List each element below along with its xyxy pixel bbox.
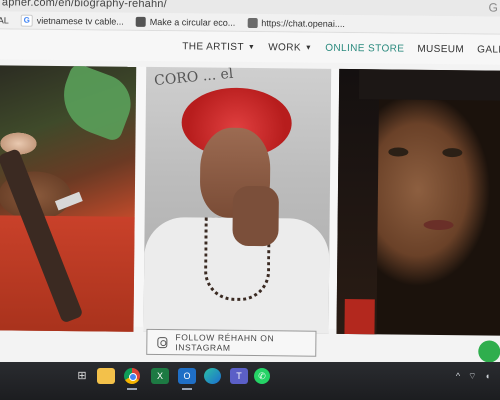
bookmark-1[interactable]: AL — [0, 15, 9, 25]
nav-label: GALLE — [477, 43, 500, 56]
nav-label: ONLINE STORE — [325, 42, 405, 55]
instagram-icon — [157, 336, 168, 348]
bookmark-label: AL — [0, 14, 9, 25]
file-explorer-icon[interactable] — [97, 368, 115, 384]
page-icon — [247, 17, 258, 28]
photo-woman-red-headdress[interactable]: CORO ... el — [143, 66, 332, 334]
nav-label: WORK — [268, 41, 301, 54]
teams-icon[interactable]: T — [230, 368, 248, 384]
active-app-indicator — [127, 388, 137, 390]
nav-item-online-store[interactable]: ONLINE STORE — [325, 42, 404, 54]
page-icon — [135, 16, 146, 27]
follow-instagram-button[interactable]: FOLLOW RÉHAHN ON INSTAGRAM — [146, 328, 317, 357]
nav-item-museum[interactable]: MUSEUM — [417, 43, 464, 54]
volume-icon[interactable]: ◖ — [485, 371, 490, 382]
refresh-icon[interactable]: G — [488, 0, 497, 14]
outlook-icon[interactable]: O — [178, 368, 196, 384]
wall-scrawl: CORO ... el — [153, 66, 234, 90]
excel-icon[interactable]: X — [151, 368, 169, 384]
bookmark-label: vietnamese tv cable... — [36, 15, 124, 27]
bookmark-2[interactable]: G vietnamese tv cable... — [20, 14, 124, 27]
chevron-down-icon: ▼ — [247, 43, 256, 51]
google-icon: G — [20, 14, 33, 27]
nav-item-work[interactable]: WORK ▼ — [268, 42, 312, 53]
system-tray: ^ ⌔ ◖ — [456, 371, 490, 382]
bookmark-3[interactable]: Make a circular eco... — [135, 16, 236, 28]
photo-young-woman-closeup[interactable] — [336, 68, 500, 336]
edge-icon[interactable] — [204, 368, 221, 384]
active-app-indicator — [182, 388, 192, 390]
wifi-icon[interactable]: ⌔ — [468, 371, 476, 382]
nav-label: MUSEUM — [417, 43, 465, 55]
whatsapp-icon[interactable]: ✆ — [254, 368, 270, 384]
follow-instagram-label: FOLLOW RÉHAHN ON INSTAGRAM — [175, 332, 275, 353]
nav-label: THE ARTIST — [182, 40, 244, 53]
nav-item-gallery[interactable]: GALLE — [477, 44, 500, 55]
chrome-icon[interactable] — [124, 368, 140, 384]
photo-elderly-woman-pipe[interactable] — [0, 65, 137, 332]
nav-item-the-artist[interactable]: THE ARTIST ▼ — [182, 41, 255, 53]
bookmark-4[interactable]: https://chat.openai.... — [247, 17, 345, 28]
task-view-icon[interactable]: ⊞ — [73, 368, 91, 384]
monitor-screen: apher.com/en/biography-rehahn/ G AL G vi… — [0, 0, 500, 379]
chevron-down-icon: ▼ — [304, 44, 313, 52]
taskbar: ⊞ X O T ✆ ^ ⌔ ◖ — [0, 362, 500, 400]
site-nav: THE ARTIST ▼ WORK ▼ ONLINE STORE MUSEUM GA… — [0, 29, 500, 65]
url-text[interactable]: apher.com/en/biography-rehahn/ — [2, 0, 167, 10]
tray-overflow-icon[interactable]: ^ — [456, 371, 460, 382]
photo-gallery: CORO ... el — [0, 65, 500, 363]
chat-bubble-icon[interactable] — [478, 340, 500, 363]
bookmark-label: https://chat.openai.... — [261, 17, 345, 29]
bookmark-label: Make a circular eco... — [149, 16, 236, 28]
